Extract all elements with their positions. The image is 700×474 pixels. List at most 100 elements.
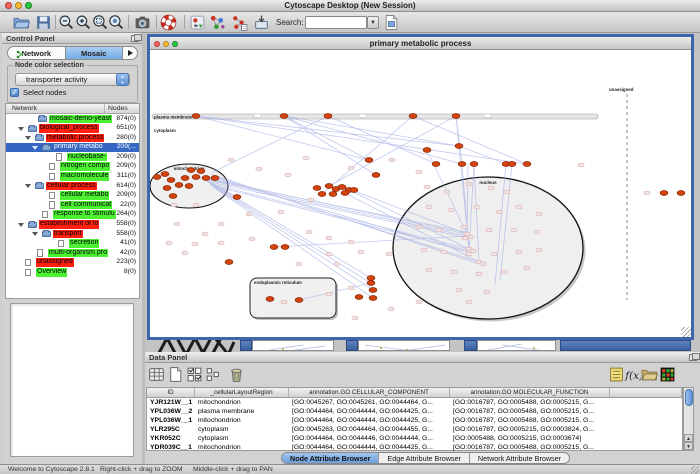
select-attributes-icon[interactable] (186, 366, 203, 383)
network-node[interactable] (233, 195, 241, 200)
network-node[interactable] (185, 184, 193, 189)
network-node[interactable] (197, 169, 205, 174)
tree-expand-icon[interactable] (25, 184, 31, 188)
zoom-button[interactable] (25, 2, 32, 9)
tree-row[interactable]: cell communicat22(0) (6, 200, 139, 210)
network-node[interactable] (365, 158, 373, 163)
network-node[interactable] (458, 162, 466, 167)
zoom-in-icon[interactable] (75, 14, 92, 31)
network-node[interactable] (372, 173, 380, 178)
network-edge[interactable] (284, 116, 369, 160)
network-node[interactable] (677, 191, 685, 196)
tree-row[interactable]: transport558(0) (6, 229, 139, 239)
import-attributes-folder-icon[interactable] (641, 366, 658, 383)
network-node[interactable] (295, 298, 303, 303)
tree-row[interactable]: Overview8(0) (6, 268, 139, 278)
network-node[interactable] (318, 192, 326, 197)
annotation-icon[interactable] (189, 14, 206, 31)
float-panel-icon[interactable] (689, 354, 697, 361)
matrix-heatmap-icon[interactable] (659, 366, 676, 383)
network-node[interactable] (367, 276, 375, 281)
delete-attribute-trash-icon[interactable] (228, 366, 245, 383)
table-column-header[interactable]: annotation.GO MOLECULAR_FUNCTION (450, 388, 610, 398)
table-column-header[interactable] (610, 388, 682, 398)
unselect-attributes-icon[interactable] (204, 366, 221, 383)
attribute-list-icon[interactable] (608, 366, 625, 383)
tree-row[interactable]: mosaic-demo-yeast874(0) (6, 114, 139, 124)
network-node[interactable] (266, 297, 274, 302)
tree-row[interactable]: cellular metabo209(0) (6, 191, 139, 201)
network-node[interactable] (313, 186, 321, 191)
scrollbar-thumb[interactable] (685, 389, 693, 406)
help-lifering-icon[interactable] (160, 14, 177, 31)
snapshot-camera-icon[interactable] (134, 14, 151, 31)
background-window-fragment[interactable] (477, 340, 556, 351)
network-node[interactable] (409, 114, 417, 119)
tree-row[interactable]: secretion41(0) (6, 239, 139, 249)
table-column-header[interactable]: annotation.GO CELLULAR_COMPONENT (289, 388, 450, 398)
tree-column-nodes[interactable]: Nodes (108, 105, 128, 112)
network-node[interactable] (423, 148, 431, 153)
network-node[interactable] (523, 162, 531, 167)
network-node[interactable] (432, 162, 440, 167)
tab-mosaic[interactable]: Mosaic (65, 47, 124, 59)
table-row[interactable]: YKR052Ccytoplasm[GO:0044464, GO:0044446,… (147, 434, 682, 443)
network-node[interactable] (341, 191, 349, 196)
network-node[interactable] (470, 162, 478, 167)
new-attribute-icon[interactable] (167, 366, 184, 383)
tree-row[interactable]: primary metabo209(... (6, 143, 139, 153)
network-node[interactable] (181, 176, 189, 181)
table-row[interactable]: YPL036W__2plasma membrane[GO:0044464, GO… (147, 407, 682, 416)
tree-column-network[interactable]: Network (12, 105, 37, 112)
vizmapper-icon[interactable] (209, 14, 226, 31)
background-window-fragment[interactable] (252, 340, 334, 351)
network-edge[interactable] (196, 116, 527, 164)
network-edge[interactable] (284, 116, 376, 175)
network-node[interactable] (270, 245, 278, 250)
select-nodes-checkbox[interactable]: ✓ (10, 88, 19, 97)
table-row[interactable]: YDR039C__1mitochondrion[GO:0044464, GO:0… (147, 443, 682, 452)
zoom-out-icon[interactable] (58, 14, 75, 31)
close-button[interactable] (154, 41, 160, 47)
network-node[interactable] (369, 296, 377, 301)
table-scrollbar[interactable]: ▲ ▼ (683, 387, 694, 451)
birdseye-view[interactable] (10, 303, 134, 457)
scroll-up-icon[interactable]: ▲ (684, 434, 693, 442)
background-window-fragment[interactable] (346, 340, 358, 351)
network-node[interactable] (202, 176, 210, 181)
network-node[interactable] (281, 245, 289, 250)
network-node[interactable] (169, 194, 177, 199)
network-node[interactable] (660, 191, 668, 196)
compartment-nucleus[interactable] (393, 177, 583, 319)
network-graph[interactable]: plasma membranecytoplasmnucleusmitochond… (150, 50, 691, 337)
select-all-attributes-icon[interactable] (148, 366, 165, 383)
tab-node-attribute-browser[interactable]: Node Attribute Browser (282, 453, 379, 463)
network-node[interactable] (161, 172, 169, 177)
search-config-icon[interactable] (383, 14, 400, 31)
network-node[interactable] (455, 144, 463, 149)
network-edge[interactable] (284, 116, 462, 164)
tree-expand-icon[interactable] (18, 223, 24, 227)
network-node[interactable] (280, 114, 288, 119)
float-panel-icon[interactable] (131, 35, 139, 42)
tab-overflow-button[interactable] (123, 47, 137, 59)
open-session-icon[interactable] (13, 14, 30, 31)
background-window-fragment[interactable] (240, 340, 252, 351)
combo-stepper-icon[interactable]: ▲▼ (116, 73, 129, 86)
network-node[interactable] (187, 168, 195, 173)
tree-row[interactable]: nitrogen compo209(0) (6, 162, 139, 172)
table-row[interactable]: YJR121W__1mitochondrion[GO:0045267, GO:0… (147, 398, 682, 407)
close-button[interactable] (5, 2, 12, 9)
network-node[interactable] (329, 192, 337, 197)
network-node[interactable] (175, 183, 183, 188)
tree-expand-icon[interactable] (18, 127, 24, 131)
tree-row[interactable]: nucleobase-209(0) (6, 152, 139, 162)
tree-row[interactable]: unassigned223(0) (6, 258, 139, 268)
tree-row[interactable]: response to stimulu264(0) (6, 210, 139, 220)
network-node[interactable] (192, 175, 200, 180)
tree-row[interactable]: multi-organism pro42(0) (6, 248, 139, 258)
network-edge[interactable] (208, 182, 371, 283)
network-node[interactable] (338, 185, 346, 190)
network-node[interactable] (369, 288, 377, 293)
search-dropdown-icon[interactable]: ▼ (367, 16, 379, 29)
